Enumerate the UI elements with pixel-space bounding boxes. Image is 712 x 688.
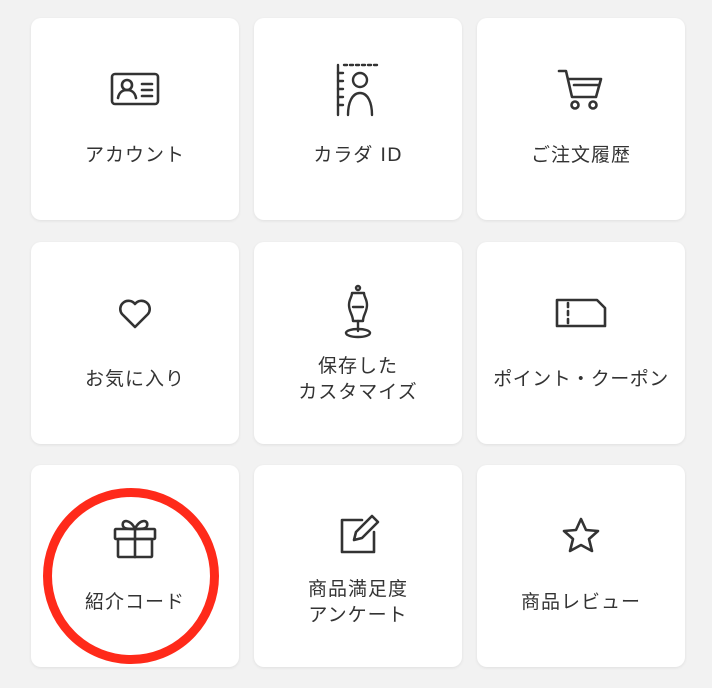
tile-label: ポイント・クーポン [493,368,669,390]
dress-form-icon [328,283,388,343]
tile-product-reviews[interactable]: 商品レビュー [477,465,685,667]
tile-saved-customize[interactable]: 保存した カスタマイズ [254,242,462,444]
tile-label-line1: 保存した [317,355,398,377]
tile-label: 保存した カスタマイズ [260,353,456,405]
heart-icon [105,283,165,343]
ticket-icon [551,283,611,343]
account-menu-grid: アカウント カラダ ID ご注文履歴 お気に入り 保存した カスタマイズ ポイン… [0,0,712,688]
tile-label-line2: カスタマイズ [298,381,418,403]
tile-label: ご注文履歴 [530,144,631,166]
tile-label-line2: アンケート [308,604,408,626]
tile-label: カラダ ID [313,144,403,166]
tile-label: アカウント [84,144,185,166]
tile-label: 商品レビュー [520,591,641,613]
tile-label-line1: 商品満足度 [307,578,408,600]
body-measure-icon [328,59,388,119]
id-card-icon [105,59,165,119]
tile-satisfaction-survey[interactable]: 商品満足度 アンケート [254,465,462,667]
tile-label: 紹介コード [84,591,185,613]
tile-referral-code[interactable]: 紹介コード [31,465,239,667]
tile-label: お気に入り [84,368,185,390]
tile-label: 商品満足度 アンケート [260,576,456,628]
tile-account[interactable]: アカウント [31,18,239,220]
cart-icon [551,59,611,119]
gift-icon [105,506,165,566]
tile-body-id[interactable]: カラダ ID [254,18,462,220]
star-icon [551,506,611,566]
edit-icon [328,506,388,566]
tile-favorites[interactable]: お気に入り [31,242,239,444]
tile-points-coupons[interactable]: ポイント・クーポン [477,242,685,444]
tile-order-history[interactable]: ご注文履歴 [477,18,685,220]
